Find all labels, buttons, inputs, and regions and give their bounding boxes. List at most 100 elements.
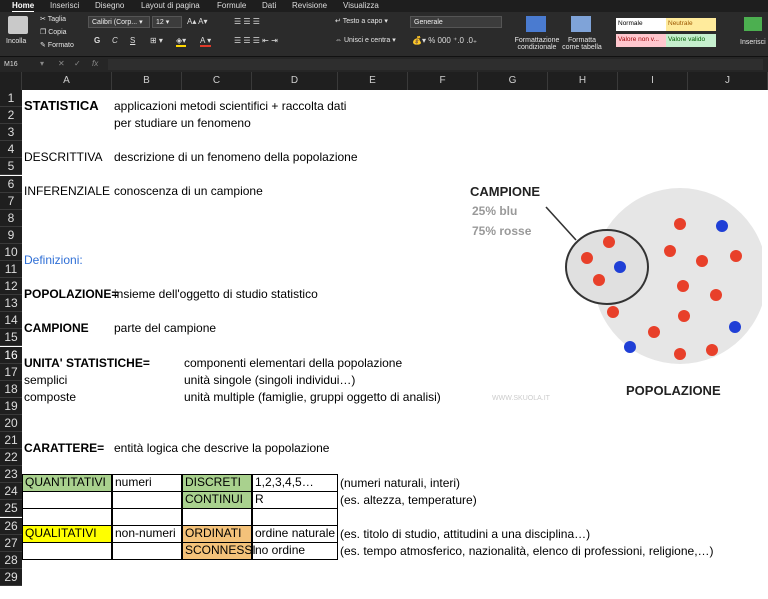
cell-b21[interactable]: entità logica che descrive la popolazion… [114,440,329,457]
paste-button[interactable]: Incolla [6,38,26,45]
cell-e26[interactable]: (es. titolo di studio, attitudini a una … [340,526,590,543]
cell-c16[interactable]: componenti elementari della popolazione [184,355,402,372]
row-header-10[interactable]: 10 [0,243,22,261]
style-neutrale[interactable]: Neutrale [666,18,716,31]
col-header-i[interactable]: I [618,72,688,90]
row-header-7[interactable]: 7 [0,192,22,210]
cell-b24[interactable] [112,491,182,509]
cell-b25[interactable] [112,508,182,526]
cell-b2[interactable]: per studiare un fenomeno [114,115,251,132]
cell-c25[interactable] [182,508,252,526]
select-all-corner[interactable] [0,72,22,90]
font-color-icon[interactable]: A ▾ [200,36,212,47]
cell-d24[interactable]: R [252,491,338,509]
row-header-17[interactable]: 17 [0,363,22,381]
function-icon[interactable]: fx [92,59,98,68]
cell-a21[interactable]: CARATTERE= [24,440,104,457]
formula-input[interactable] [108,59,763,70]
row-header-8[interactable]: 8 [0,209,22,227]
conditional-format-button[interactable]: Formattazione condizionale [512,37,562,51]
tab-visualizza[interactable]: Visualizza [343,1,379,10]
cell-b4[interactable]: descrizione di un fenomeno della popolaz… [114,149,358,166]
row-header-28[interactable]: 28 [0,551,22,569]
col-header-b[interactable]: B [112,72,182,90]
row-header-9[interactable]: 9 [0,226,22,244]
row-header-12[interactable]: 12 [0,278,22,296]
row-header-13[interactable]: 13 [0,295,22,313]
col-header-h[interactable]: H [548,72,618,90]
row-header-20[interactable]: 20 [0,414,22,432]
row-header-19[interactable]: 19 [0,397,22,415]
cell-d25[interactable] [252,508,338,526]
row-header-18[interactable]: 18 [0,380,22,398]
style-normale[interactable]: Normale [616,18,666,31]
name-box[interactable]: M16 [2,59,30,70]
tab-inserisci[interactable]: Inserisci [50,1,79,10]
cell-b1[interactable]: applicazioni metodi scientifici + raccol… [114,98,346,115]
number-format-select[interactable]: Generale [410,16,502,28]
cell-a23[interactable]: QUANTITATIVI [22,474,112,492]
cell-b26[interactable]: non-numeri [112,525,182,543]
cell-a1[interactable]: STATISTICA [24,97,99,114]
col-header-e[interactable]: E [338,72,408,90]
tab-revisione[interactable]: Revisione [292,1,327,10]
cell-a14[interactable]: CAMPIONE [24,320,89,337]
row-header-6[interactable]: 6 [0,175,22,193]
col-header-d[interactable]: D [252,72,338,90]
col-header-a[interactable]: A [22,72,112,90]
cell-a24[interactable] [22,491,112,509]
font-name-select[interactable]: Calibri (Corp... ▾ [88,16,150,28]
row-header-23[interactable]: 23 [0,466,22,484]
col-header-j[interactable]: J [688,72,768,90]
cell-d26[interactable]: ordine naturale [252,525,338,543]
tab-formule[interactable]: Formule [217,1,246,10]
name-box-dropdown-icon[interactable]: ▾ [40,59,44,68]
tab-dati[interactable]: Dati [262,1,276,10]
font-size-select[interactable]: 12 ▾ [152,16,182,28]
row-header-4[interactable]: 4 [0,141,22,159]
cell-b6[interactable]: conoscenza di un campione [114,183,263,200]
col-header-g[interactable]: G [478,72,548,90]
cell-e24[interactable]: (es. altezza, temperature) [340,492,477,509]
cell-c23[interactable]: DISCRETI [182,474,252,492]
cell-b23[interactable]: numeri [112,474,182,492]
insert-cells-icon[interactable] [744,17,762,31]
row-header-27[interactable]: 27 [0,534,22,552]
align-left-icon[interactable]: ☰ ☰ ☰ ⇤ ⇥ [234,36,278,45]
tab-disegno[interactable]: Disegno [95,1,124,10]
row-header-5[interactable]: 5 [0,158,22,176]
cell-a17[interactable]: semplici [24,372,67,389]
cell-a25[interactable] [22,508,112,526]
row-header-14[interactable]: 14 [0,312,22,330]
row-header-2[interactable]: 2 [0,107,22,125]
cell-a26[interactable]: QUALITATIVI [22,525,112,543]
cell-d27[interactable]: no ordine [252,542,338,560]
cancel-icon[interactable]: ✕ [58,59,65,68]
row-header-3[interactable]: 3 [0,124,22,142]
row-header-25[interactable]: 25 [0,500,22,518]
format-table-icon[interactable] [571,16,591,32]
format-painter-button[interactable]: ✎ Formato [40,41,74,49]
tab-layout[interactable]: Layout di pagina [141,1,200,10]
cell-a18[interactable]: composte [24,389,76,406]
copy-button[interactable]: ❐ Copia [40,28,67,36]
cell-c18[interactable]: unità multiple (famiglie, gruppi oggetto… [184,389,441,406]
row-header-22[interactable]: 22 [0,449,22,467]
cell-b12[interactable]: insieme dell'oggetto di studio statistic… [114,286,318,303]
conditional-format-icon[interactable] [526,16,546,32]
cell-c24[interactable]: CONTINUI [182,491,252,509]
paste-icon[interactable] [8,16,28,34]
align-top-icon[interactable]: ☰ ☰ ☰ [234,17,260,26]
row-header-16[interactable]: 16 [0,346,22,364]
currency-icon[interactable]: 💰▾ % 000 ⁺.0 .0₊ [412,36,477,45]
col-header-c[interactable]: C [182,72,252,90]
cell-a12[interactable]: POPOLAZIONE= [24,286,118,303]
insert-button[interactable]: Inserisci [740,39,766,46]
row-header-29[interactable]: 29 [0,568,22,586]
cell-e27[interactable]: (es. tempo atmosferico, nazionalità, ele… [340,543,714,560]
cell-d23[interactable]: 1,2,3,4,5… [252,474,338,492]
cell-a6[interactable]: INFERENZIALE [24,183,110,200]
row-header-1[interactable]: 1 [0,90,22,108]
bold-button[interactable]: G [94,36,100,45]
cell-a27[interactable] [22,542,112,560]
